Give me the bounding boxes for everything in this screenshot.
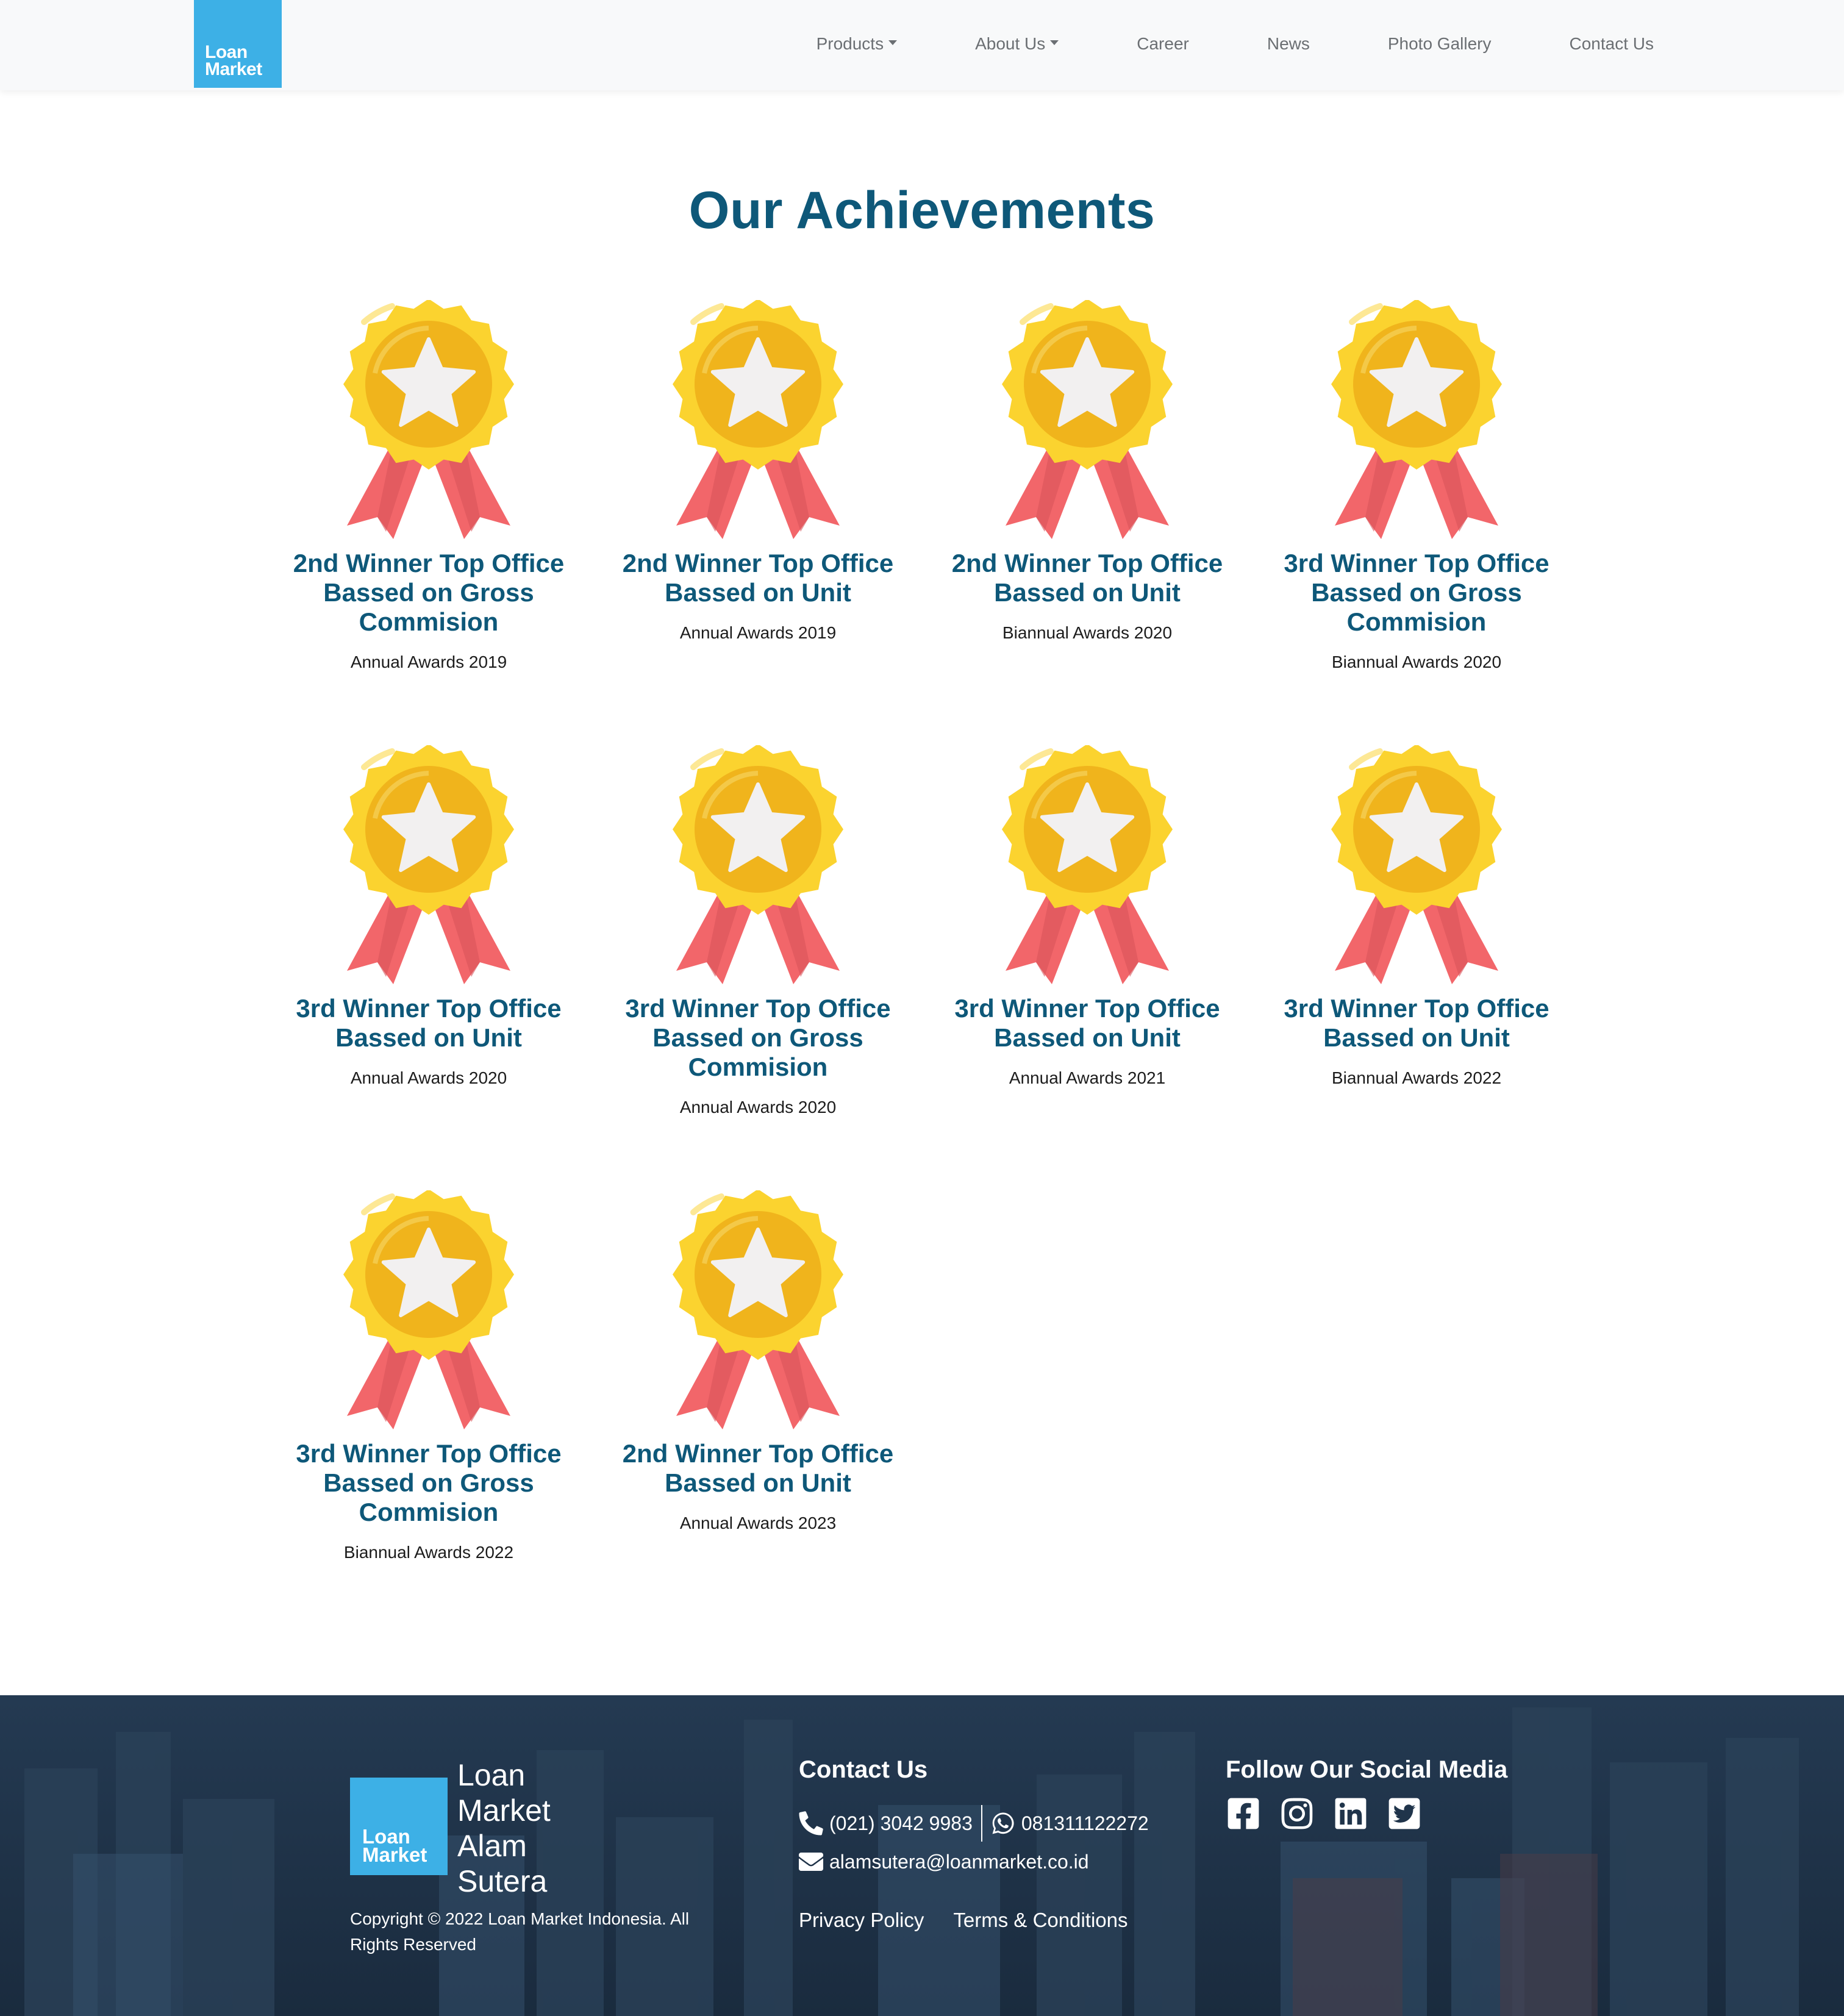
chevron-down-icon bbox=[888, 40, 898, 45]
email-address[interactable]: alamsutera@loanmarket.co.id bbox=[829, 1851, 1089, 1873]
terms-conditions-link[interactable]: Terms & Conditions bbox=[953, 1909, 1127, 1932]
award-card: 3rd Winner Top Office Bassed on Unit Ann… bbox=[923, 745, 1252, 1190]
award-card: 3rd Winner Top Office Bassed on Gross Co… bbox=[593, 745, 923, 1190]
award-card: 3rd Winner Top Office Bassed on Gross Co… bbox=[264, 1190, 593, 1635]
footer-logo[interactable]: Loan Market bbox=[350, 1778, 448, 1875]
medal-icon bbox=[666, 1190, 849, 1434]
nav-item-label: Contact Us bbox=[1569, 34, 1654, 53]
award-card: 2nd Winner Top Office Bassed on Unit Ann… bbox=[593, 1190, 923, 1635]
envelope-icon bbox=[799, 1850, 823, 1874]
medal-icon bbox=[996, 300, 1179, 544]
nav-item-about-us[interactable]: About Us bbox=[936, 34, 1098, 54]
twitter-icon[interactable] bbox=[1387, 1796, 1422, 1831]
contact-title: Contact Us bbox=[799, 1756, 928, 1783]
award-title: 3rd Winner Top Office Bassed on Gross Co… bbox=[296, 1439, 562, 1526]
award-subtitle: Biannual Awards 2022 bbox=[343, 1543, 514, 1562]
award-title: 2nd Winner Top Office Bassed on Unit bbox=[622, 1439, 894, 1497]
medal-icon bbox=[337, 745, 520, 989]
brand-logo-line2: Market bbox=[205, 59, 262, 79]
phone-icon bbox=[799, 1811, 823, 1835]
award-title: 3rd Winner Top Office Bassed on Unit bbox=[954, 994, 1220, 1052]
award-card: 3rd Winner Top Office Bassed on Unit Bia… bbox=[1252, 745, 1581, 1190]
medal-icon bbox=[1325, 300, 1508, 544]
award-title: 2nd Winner Top Office Bassed on Gross Co… bbox=[293, 549, 565, 636]
medal-icon bbox=[1325, 745, 1508, 989]
award-subtitle: Biannual Awards 2020 bbox=[1002, 623, 1173, 642]
award-subtitle: Biannual Awards 2022 bbox=[1331, 1068, 1502, 1087]
medal-icon bbox=[666, 300, 849, 544]
award-card: 2nd Winner Top Office Bassed on Unit Ann… bbox=[593, 300, 923, 745]
nav-menu: Products About Us Career News Photo Gall… bbox=[777, 0, 1654, 88]
contact-email-row: alamsutera@loanmarket.co.id bbox=[799, 1850, 1089, 1874]
whatsapp-number[interactable]: 081311122272 bbox=[1021, 1812, 1149, 1835]
whatsapp-icon bbox=[991, 1811, 1015, 1835]
nav-item-photo-gallery[interactable]: Photo Gallery bbox=[1349, 34, 1531, 54]
award-subtitle: Annual Awards 2019 bbox=[679, 623, 837, 642]
nav-item-career[interactable]: Career bbox=[1098, 34, 1228, 54]
medal-icon bbox=[337, 1190, 520, 1434]
footer-content: Loan Market Loan Market Alam Sutera Copy… bbox=[0, 1695, 1844, 2016]
footer-links: Privacy Policy Terms & Conditions bbox=[799, 1909, 1128, 1932]
award-subtitle: Annual Awards 2020 bbox=[350, 1068, 507, 1087]
nav-item-label: About Us bbox=[975, 34, 1046, 53]
footer-logo-line2: Market bbox=[362, 1843, 427, 1866]
award-title: 2nd Winner Top Office Bassed on Unit bbox=[951, 549, 1223, 607]
contact-phone-row: (021) 3042 9983 081311122272 bbox=[799, 1805, 1149, 1842]
instagram-icon[interactable] bbox=[1279, 1796, 1315, 1831]
social-title: Follow Our Social Media bbox=[1226, 1756, 1508, 1783]
award-title: 2nd Winner Top Office Bassed on Unit bbox=[622, 549, 894, 607]
award-subtitle: Annual Awards 2023 bbox=[679, 1514, 837, 1532]
page-title: Our Achievements bbox=[688, 181, 1156, 240]
award-title: 3rd Winner Top Office Bassed on Unit bbox=[296, 994, 562, 1052]
phone-number[interactable]: (021) 3042 9983 bbox=[829, 1812, 973, 1835]
brand-logo-line1: Loan bbox=[205, 42, 248, 62]
navbar: Loan Market Products About Us Career New… bbox=[0, 0, 1844, 90]
privacy-policy-link[interactable]: Privacy Policy bbox=[799, 1909, 924, 1932]
contact-divider bbox=[981, 1805, 982, 1842]
award-card: 3rd Winner Top Office Bassed on Unit Ann… bbox=[264, 745, 593, 1190]
award-card: 2nd Winner Top Office Bassed on Unit Bia… bbox=[923, 300, 1252, 745]
brand-logo[interactable]: Loan Market bbox=[194, 0, 282, 88]
nav-item-label: News bbox=[1267, 34, 1310, 53]
nav-item-news[interactable]: News bbox=[1228, 34, 1349, 54]
footer: Loan Market Loan Market Alam Sutera Copy… bbox=[0, 1695, 1844, 2016]
award-subtitle: Biannual Awards 2020 bbox=[1331, 652, 1502, 671]
nav-item-label: Photo Gallery bbox=[1387, 34, 1492, 53]
chevron-down-icon bbox=[1050, 40, 1059, 45]
award-card: 2nd Winner Top Office Bassed on Gross Co… bbox=[264, 300, 593, 745]
award-card: 3rd Winner Top Office Bassed on Gross Co… bbox=[1252, 300, 1581, 745]
medal-icon bbox=[996, 745, 1179, 989]
nav-item-contact-us[interactable]: Contact Us bbox=[1531, 34, 1654, 54]
office-name: Loan Market Alam Sutera bbox=[457, 1758, 551, 1898]
award-title: 3rd Winner Top Office Bassed on Gross Co… bbox=[625, 994, 891, 1081]
award-subtitle: Annual Awards 2020 bbox=[679, 1098, 837, 1117]
social-icons bbox=[1226, 1796, 1422, 1831]
award-title: 3rd Winner Top Office Bassed on Gross Co… bbox=[1284, 549, 1549, 636]
medal-icon bbox=[666, 745, 849, 989]
nav-item-label: Career bbox=[1137, 34, 1189, 53]
linkedin-icon[interactable] bbox=[1333, 1796, 1368, 1831]
award-subtitle: Annual Awards 2021 bbox=[1009, 1068, 1166, 1087]
achievements-grid: 2nd Winner Top Office Bassed on Gross Co… bbox=[264, 300, 1581, 1635]
award-subtitle: Annual Awards 2019 bbox=[350, 652, 507, 671]
nav-item-label: Products bbox=[816, 34, 884, 53]
nav-item-products[interactable]: Products bbox=[777, 34, 937, 54]
copyright-text: Copyright © 2022 Loan Market Indonesia. … bbox=[350, 1909, 690, 1954]
facebook-icon[interactable] bbox=[1226, 1796, 1261, 1831]
medal-icon bbox=[337, 300, 520, 544]
award-title: 3rd Winner Top Office Bassed on Unit bbox=[1284, 994, 1549, 1052]
